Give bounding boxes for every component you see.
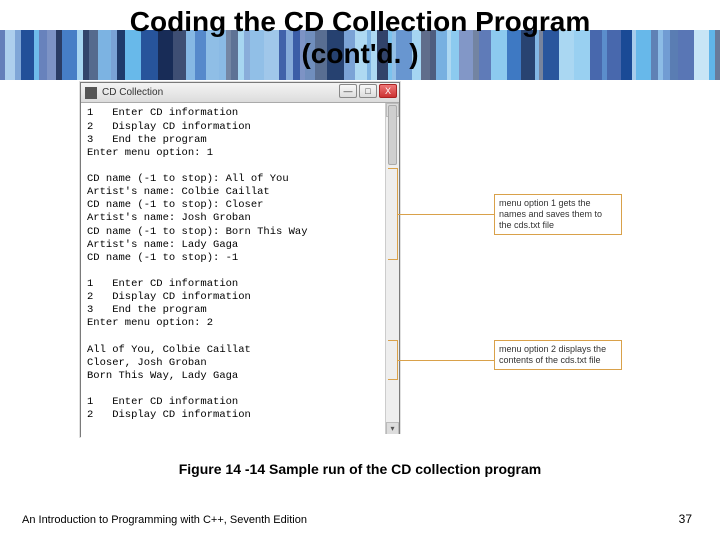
callout-brace-2 (388, 340, 398, 380)
torn-page-edge (81, 434, 401, 442)
console-output: 1 Enter CD information 2 Display CD info… (81, 103, 399, 436)
maximize-button[interactable]: □ (359, 84, 377, 98)
title-line-1: Coding the CD Collection Program (130, 6, 590, 37)
callout-text-1: menu option 1 gets the names and saves t… (499, 198, 602, 230)
callout-brace-1 (388, 168, 398, 260)
figure-area: CD Collection — □ X 1 Enter CD informati… (80, 82, 640, 447)
console-block-5: 1 Enter CD information 2 Display CD info… (87, 396, 251, 421)
title-line-2: (cont'd. ) (301, 38, 418, 69)
figure-caption: Figure 14 -14 Sample run of the CD colle… (0, 461, 720, 477)
callout-text-2: menu option 2 displays the contents of t… (499, 344, 606, 365)
footer-text: An Introduction to Programming with C++,… (22, 514, 307, 526)
console-window: CD Collection — □ X 1 Enter CD informati… (80, 82, 400, 437)
callout-box-1: menu option 1 gets the names and saves t… (494, 194, 622, 234)
callout-connector-2 (398, 360, 494, 361)
console-block-3: 1 Enter CD information 2 Display CD info… (87, 278, 251, 329)
window-title: CD Collection (102, 87, 163, 98)
console-block-2: CD name (-1 to stop): All of You Artist'… (87, 173, 308, 264)
scroll-thumb[interactable] (388, 105, 397, 165)
window-controls: — □ X (339, 84, 397, 98)
app-icon (85, 87, 97, 99)
minimize-button[interactable]: — (339, 84, 357, 98)
page-number: 37 (679, 512, 692, 526)
callout-box-2: menu option 2 displays the contents of t… (494, 340, 622, 370)
slide-title: Coding the CD Collection Program (cont'd… (0, 0, 720, 70)
close-button[interactable]: X (379, 84, 397, 98)
window-titlebar: CD Collection — □ X (81, 83, 399, 103)
console-block-4: All of You, Colbie Caillat Closer, Josh … (87, 344, 251, 382)
callout-connector-1 (398, 214, 494, 215)
vertical-scrollbar[interactable]: ▴ ▾ (385, 103, 399, 436)
console-block-1: 1 Enter CD information 2 Display CD info… (87, 107, 251, 158)
